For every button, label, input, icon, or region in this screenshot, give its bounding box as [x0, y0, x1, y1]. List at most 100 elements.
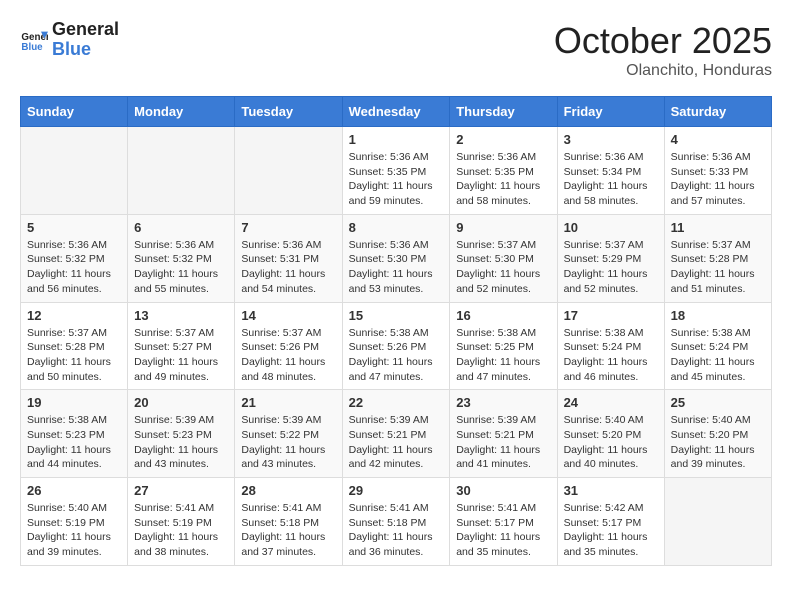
day-number: 19 [27, 395, 121, 410]
calendar-cell: 4 Sunrise: 5:36 AMSunset: 5:33 PMDaylight… [664, 127, 771, 215]
calendar-cell: 20Sunrise: 5:39 AMSunset: 5:23 PMDayligh… [128, 390, 235, 478]
day-header-saturday: Saturday [664, 97, 771, 127]
day-info: Sunrise: 5:36 AMSunset: 5:30 PMDaylight:… [349, 238, 444, 297]
calendar-cell: 14Sunrise: 5:37 AMSunset: 5:26 PMDayligh… [235, 302, 342, 390]
day-number: 16 [456, 308, 550, 323]
day-info: Sunrise: 5:36 AMSunset: 5:35 PMDaylight:… [349, 150, 444, 209]
logo-text-general: General [52, 20, 119, 40]
day-number: 28 [241, 483, 335, 498]
day-info: Sunrise: 5:39 AMSunset: 5:21 PMDaylight:… [456, 413, 550, 472]
calendar-cell: 8 Sunrise: 5:36 AMSunset: 5:30 PMDaylight… [342, 214, 450, 302]
day-number: 7 [241, 220, 335, 235]
day-header-friday: Friday [557, 97, 664, 127]
day-number: 3 [564, 132, 658, 147]
day-number: 5 [27, 220, 121, 235]
logo: General Blue General Blue [20, 20, 119, 60]
calendar-week-row: 19 Sunrise: 5:38 AMSunset: 5:23 PMDayligh… [21, 390, 772, 478]
page-header: General Blue General Blue October 2025 O… [20, 20, 772, 80]
calendar-cell: 23 Sunrise: 5:39 AMSunset: 5:21 PMDayligh… [450, 390, 557, 478]
calendar-cell: 1 Sunrise: 5:36 AMSunset: 5:35 PMDaylight… [342, 127, 450, 215]
day-info: Sunrise: 5:36 AMSunset: 5:32 PMDaylight:… [134, 238, 228, 297]
calendar-cell [128, 127, 235, 215]
day-number: 8 [349, 220, 444, 235]
day-number: 29 [349, 483, 444, 498]
day-number: 2 [456, 132, 550, 147]
day-header-sunday: Sunday [21, 97, 128, 127]
calendar-cell: 19 Sunrise: 5:38 AMSunset: 5:23 PMDayligh… [21, 390, 128, 478]
day-number: 4 [671, 132, 765, 147]
day-number: 9 [456, 220, 550, 235]
calendar-week-row: 1 Sunrise: 5:36 AMSunset: 5:35 PMDaylight… [21, 127, 772, 215]
day-number: 12 [27, 308, 121, 323]
day-number: 17 [564, 308, 658, 323]
calendar-header-row: SundayMondayTuesdayWednesdayThursdayFrid… [21, 97, 772, 127]
calendar-cell: 27 Sunrise: 5:41 AMSunset: 5:19 PMDayligh… [128, 478, 235, 566]
location: Olanchito, Honduras [554, 62, 772, 80]
day-info: Sunrise: 5:36 AMSunset: 5:32 PMDaylight:… [27, 238, 121, 297]
calendar-cell: 9 Sunrise: 5:37 AMSunset: 5:30 PMDaylight… [450, 214, 557, 302]
day-info: Sunrise: 5:38 AMSunset: 5:23 PMDaylight:… [27, 413, 121, 472]
calendar-cell: 17Sunrise: 5:38 AMSunset: 5:24 PMDayligh… [557, 302, 664, 390]
day-number: 6 [134, 220, 228, 235]
day-number: 20 [134, 395, 228, 410]
day-info: Sunrise: 5:39 AMSunset: 5:22 PMDaylight:… [241, 413, 335, 472]
day-info: Sunrise: 5:36 AMSunset: 5:34 PMDaylight:… [564, 150, 658, 209]
calendar-cell: 18 Sunrise: 5:38 AMSunset: 5:24 PMDayligh… [664, 302, 771, 390]
month-title: October 2025 [554, 20, 772, 62]
calendar-cell [664, 478, 771, 566]
calendar-cell: 21 Sunrise: 5:39 AMSunset: 5:22 PMDayligh… [235, 390, 342, 478]
day-number: 18 [671, 308, 765, 323]
calendar-cell: 28 Sunrise: 5:41 AMSunset: 5:18 PMDayligh… [235, 478, 342, 566]
day-info: Sunrise: 5:39 AMSunset: 5:21 PMDaylight:… [349, 413, 444, 472]
day-info: Sunrise: 5:37 AMSunset: 5:29 PMDaylight:… [564, 238, 658, 297]
day-number: 27 [134, 483, 228, 498]
day-info: Sunrise: 5:40 AMSunset: 5:19 PMDaylight:… [27, 501, 121, 560]
day-number: 1 [349, 132, 444, 147]
calendar-cell: 10 Sunrise: 5:37 AMSunset: 5:29 PMDayligh… [557, 214, 664, 302]
day-number: 10 [564, 220, 658, 235]
calendar-cell: 24Sunrise: 5:40 AMSunset: 5:20 PMDayligh… [557, 390, 664, 478]
day-info: Sunrise: 5:41 AMSunset: 5:18 PMDaylight:… [241, 501, 335, 560]
day-info: Sunrise: 5:38 AMSunset: 5:26 PMDaylight:… [349, 326, 444, 385]
day-info: Sunrise: 5:41 AMSunset: 5:18 PMDaylight:… [349, 501, 444, 560]
day-number: 21 [241, 395, 335, 410]
day-number: 24 [564, 395, 658, 410]
day-number: 15 [349, 308, 444, 323]
day-info: Sunrise: 5:40 AMSunset: 5:20 PMDaylight:… [671, 413, 765, 472]
svg-text:Blue: Blue [21, 42, 43, 53]
calendar-cell: 7 Sunrise: 5:36 AMSunset: 5:31 PMDaylight… [235, 214, 342, 302]
calendar-cell: 25 Sunrise: 5:40 AMSunset: 5:20 PMDayligh… [664, 390, 771, 478]
calendar-week-row: 5 Sunrise: 5:36 AMSunset: 5:32 PMDaylight… [21, 214, 772, 302]
day-info: Sunrise: 5:36 AMSunset: 5:31 PMDaylight:… [241, 238, 335, 297]
day-info: Sunrise: 5:37 AMSunset: 5:28 PMDaylight:… [671, 238, 765, 297]
day-number: 30 [456, 483, 550, 498]
calendar-cell [235, 127, 342, 215]
day-number: 31 [564, 483, 658, 498]
calendar-week-row: 26 Sunrise: 5:40 AMSunset: 5:19 PMDayligh… [21, 478, 772, 566]
calendar-cell: 30Sunrise: 5:41 AMSunset: 5:17 PMDayligh… [450, 478, 557, 566]
day-info: Sunrise: 5:36 AMSunset: 5:33 PMDaylight:… [671, 150, 765, 209]
day-number: 23 [456, 395, 550, 410]
day-info: Sunrise: 5:37 AMSunset: 5:30 PMDaylight:… [456, 238, 550, 297]
calendar-cell: 11 Sunrise: 5:37 AMSunset: 5:28 PMDayligh… [664, 214, 771, 302]
calendar-cell: 12Sunrise: 5:37 AMSunset: 5:28 PMDayligh… [21, 302, 128, 390]
calendar-cell: 31 Sunrise: 5:42 AMSunset: 5:17 PMDayligh… [557, 478, 664, 566]
calendar-cell: 15 Sunrise: 5:38 AMSunset: 5:26 PMDayligh… [342, 302, 450, 390]
day-info: Sunrise: 5:42 AMSunset: 5:17 PMDaylight:… [564, 501, 658, 560]
calendar-cell: 13Sunrise: 5:37 AMSunset: 5:27 PMDayligh… [128, 302, 235, 390]
day-info: Sunrise: 5:36 AMSunset: 5:35 PMDaylight:… [456, 150, 550, 209]
calendar-cell: 29 Sunrise: 5:41 AMSunset: 5:18 PMDayligh… [342, 478, 450, 566]
day-header-tuesday: Tuesday [235, 97, 342, 127]
logo-icon: General Blue [20, 26, 48, 54]
day-info: Sunrise: 5:38 AMSunset: 5:24 PMDaylight:… [671, 326, 765, 385]
day-info: Sunrise: 5:41 AMSunset: 5:19 PMDaylight:… [134, 501, 228, 560]
calendar-week-row: 12Sunrise: 5:37 AMSunset: 5:28 PMDayligh… [21, 302, 772, 390]
calendar-cell: 2 Sunrise: 5:36 AMSunset: 5:35 PMDaylight… [450, 127, 557, 215]
day-number: 11 [671, 220, 765, 235]
day-number: 26 [27, 483, 121, 498]
calendar-cell: 16 Sunrise: 5:38 AMSunset: 5:25 PMDayligh… [450, 302, 557, 390]
calendar-cell: 26 Sunrise: 5:40 AMSunset: 5:19 PMDayligh… [21, 478, 128, 566]
day-info: Sunrise: 5:38 AMSunset: 5:25 PMDaylight:… [456, 326, 550, 385]
day-info: Sunrise: 5:37 AMSunset: 5:26 PMDaylight:… [241, 326, 335, 385]
day-number: 25 [671, 395, 765, 410]
